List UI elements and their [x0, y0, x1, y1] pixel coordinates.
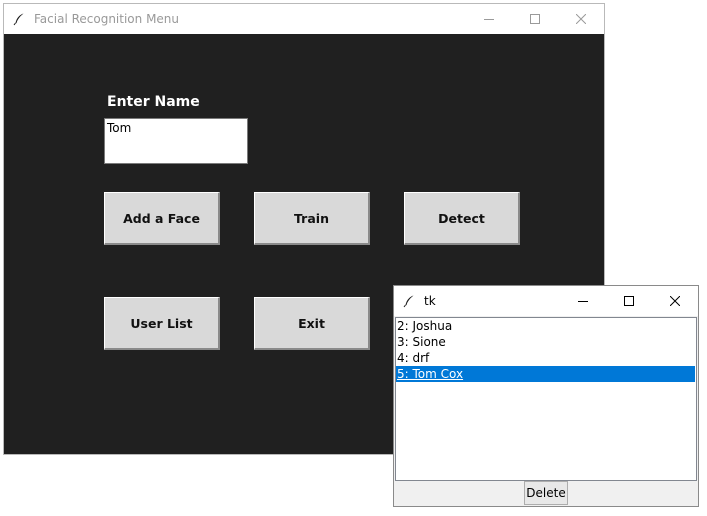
list-item[interactable]: 4: drf [396, 350, 696, 366]
list-item[interactable]: 3: Sione [396, 334, 696, 350]
main-titlebar[interactable]: Facial Recognition Menu [4, 4, 604, 34]
exit-button[interactable]: Exit [254, 297, 370, 350]
maximize-icon[interactable] [512, 4, 558, 34]
list-item[interactable]: 2: Joshua [396, 318, 696, 334]
close-icon[interactable] [652, 286, 698, 316]
user-list-button[interactable]: User List [104, 297, 220, 350]
detect-button[interactable]: Detect [404, 192, 520, 245]
main-window-title: Facial Recognition Menu [34, 12, 180, 26]
add-face-button[interactable]: Add a Face [104, 192, 220, 245]
user-list-window: tk 2: Joshua 3: Sione 4: drf 5: Tom Cox … [393, 285, 699, 507]
train-button[interactable]: Train [254, 192, 370, 245]
minimize-icon[interactable] [466, 4, 512, 34]
close-icon[interactable] [558, 4, 604, 34]
delete-button[interactable]: Delete [524, 481, 568, 505]
maximize-icon[interactable] [606, 286, 652, 316]
feather-icon [12, 12, 26, 26]
feather-icon [402, 294, 416, 308]
tk-window-title: tk [424, 294, 436, 308]
list-item-selected[interactable]: 5: Tom Cox [396, 366, 695, 382]
name-input[interactable]: Tom [104, 118, 248, 164]
enter-name-label: Enter Name [107, 94, 200, 110]
tk-window-controls [560, 286, 698, 316]
main-window-controls [466, 4, 604, 34]
user-listbox[interactable]: 2: Joshua 3: Sione 4: drf 5: Tom Cox [395, 317, 697, 481]
minimize-icon[interactable] [560, 286, 606, 316]
tk-titlebar[interactable]: tk [394, 286, 698, 316]
